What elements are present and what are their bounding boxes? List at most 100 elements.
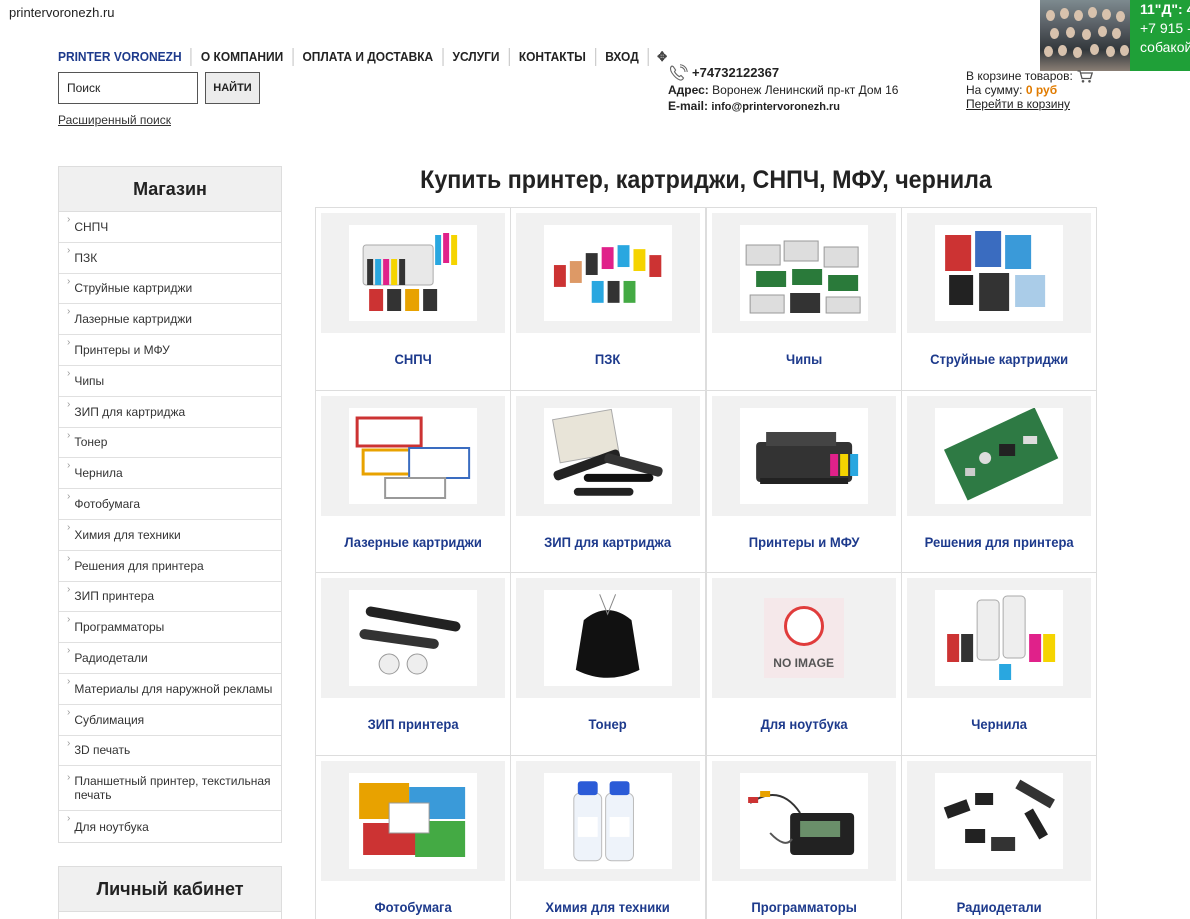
search-input[interactable] xyxy=(58,72,198,104)
product-category-link[interactable]: Струйные картриджи xyxy=(909,351,1090,367)
account-panel: Личный кабинет xyxy=(58,866,282,919)
go-to-cart-link[interactable]: Перейти в корзину xyxy=(966,97,1070,111)
ink-bottles-image[interactable] xyxy=(906,578,1091,698)
sidebar-item[interactable]: › ЗИП для картриджа xyxy=(59,397,281,428)
product-category-card[interactable]: Лазерные картриджи xyxy=(316,390,512,573)
product-category-card[interactable]: Тонер xyxy=(511,573,707,756)
product-category-link[interactable]: Принтеры и МФУ xyxy=(713,534,894,550)
nav-login[interactable]: ВХОД xyxy=(595,48,648,66)
sidebar-item[interactable]: › СНПЧ xyxy=(59,212,281,243)
sidebar-item[interactable]: › 3D печать xyxy=(59,736,281,767)
promo-banner[interactable]: 11"Д": 4 +7 915 - собакой xyxy=(1040,0,1190,71)
product-category-link[interactable]: Тонер xyxy=(518,716,698,732)
radio-components-image[interactable] xyxy=(906,760,1091,881)
product-category-card[interactable]: Принтеры и МФУ xyxy=(706,390,902,573)
photo-paper-image[interactable] xyxy=(321,760,506,881)
printer-image[interactable] xyxy=(711,395,896,516)
sidebar-item[interactable]: › Сублимация xyxy=(59,705,281,736)
product-category-link[interactable]: ПЗК xyxy=(518,351,698,367)
product-category-link[interactable]: Программаторы xyxy=(713,899,894,915)
product-category-link[interactable]: СНПЧ xyxy=(323,351,504,367)
product-category-card[interactable]: Радиодетали xyxy=(902,755,1097,919)
product-category-card[interactable]: Струйные картриджи xyxy=(901,208,1097,391)
printer-parts-image[interactable] xyxy=(321,578,506,698)
sidebar-item-label: ПЗК xyxy=(74,250,98,265)
chevron-right-icon: › xyxy=(67,552,71,564)
product-category-card[interactable]: Чипы xyxy=(706,208,902,391)
promo-line: 11"Д": 4 xyxy=(1140,1,1190,17)
search-button[interactable]: НАЙТИ xyxy=(205,72,260,104)
sidebar-item-label: Струйные картриджи xyxy=(74,281,193,296)
product-category-card[interactable]: ЗИП принтера xyxy=(316,573,512,756)
product-category-link[interactable]: Решения для принтера xyxy=(909,534,1090,550)
ciss-image[interactable] xyxy=(321,213,506,333)
advanced-search-link[interactable]: Расширенный поиск xyxy=(58,113,171,127)
nav-contacts[interactable]: КОНТАКТЫ xyxy=(508,48,595,66)
product-category-link[interactable]: Радиодетали xyxy=(909,899,1090,915)
product-category-link[interactable]: Лазерные картриджи xyxy=(323,534,504,550)
chevron-right-icon: › xyxy=(67,460,71,472)
sidebar-item[interactable]: › Программаторы xyxy=(59,612,281,644)
product-category-card[interactable]: Фотобумага xyxy=(316,755,512,919)
cart-icon[interactable] xyxy=(1077,69,1093,83)
chevron-right-icon: › xyxy=(67,306,71,318)
email-link[interactable]: info@printervoronezh.ru xyxy=(711,101,840,113)
nav-about[interactable]: О КОМПАНИИ xyxy=(190,48,293,66)
chips-image[interactable] xyxy=(711,213,896,333)
nav-services[interactable]: УСЛУГИ xyxy=(442,48,508,66)
no-image-placeholder[interactable]: NO IMAGE xyxy=(711,578,896,698)
product-category-card[interactable]: NO IMAGE Для ноутбука xyxy=(706,573,902,756)
promo-photo xyxy=(1040,0,1130,71)
chevron-right-icon: › xyxy=(67,583,71,595)
sidebar-item-label: Для ноутбука xyxy=(74,819,149,834)
inkjet-cartridges-image[interactable] xyxy=(906,213,1091,333)
toner-bag-image[interactable] xyxy=(516,578,700,698)
product-category-link[interactable]: Чипы xyxy=(713,351,894,367)
cartridge-parts-image[interactable] xyxy=(516,395,700,516)
cleaning-fluid-image[interactable] xyxy=(516,760,700,881)
chevron-right-icon: › xyxy=(67,367,71,379)
sidebar-item-label: СНПЧ xyxy=(74,219,109,234)
product-category-card[interactable]: Решения для принтера xyxy=(901,390,1097,573)
programmer-device-image[interactable] xyxy=(711,760,896,881)
product-category-card[interactable]: Химия для техники xyxy=(511,755,707,919)
phone-number[interactable]: +74732122367 xyxy=(692,65,779,81)
product-category-link[interactable]: Для ноутбука xyxy=(713,716,894,732)
product-category-link[interactable]: Химия для техники xyxy=(518,899,698,915)
product-category-link[interactable]: Чернила xyxy=(909,716,1090,732)
sidebar-item[interactable]: › Материалы для наружной рекламы xyxy=(59,674,281,705)
sidebar-item[interactable]: › Решения для принтера xyxy=(59,551,281,582)
refillable-cartridges-image[interactable] xyxy=(516,213,700,333)
sidebar-item[interactable]: › ЗИП принтера xyxy=(59,582,281,613)
sidebar-item[interactable]: › Планшетный принтер, текстильная печать xyxy=(59,766,281,812)
chevron-right-icon: › xyxy=(67,275,71,287)
product-category-card[interactable]: Программаторы xyxy=(707,755,902,919)
sidebar-item[interactable]: › Для ноутбука xyxy=(59,811,281,842)
sidebar-item[interactable]: › ПЗК xyxy=(59,243,281,274)
cart-sum-value: 0 руб xyxy=(1025,83,1058,97)
product-category-card[interactable]: СНПЧ xyxy=(316,208,512,391)
product-category-card[interactable]: ЗИП для картриджа xyxy=(511,390,707,573)
sidebar-item[interactable]: › Чипы xyxy=(59,366,281,397)
nav-brand-link[interactable]: PRINTER VORONEZH xyxy=(58,48,191,66)
product-category-link[interactable]: ЗИП принтера xyxy=(323,716,504,732)
product-category-card[interactable]: ПЗК xyxy=(511,208,707,391)
nav-payment-delivery[interactable]: ОПЛАТА И ДОСТАВКА xyxy=(292,48,442,66)
sidebar-item[interactable]: › Радиодетали xyxy=(59,643,281,674)
chevron-right-icon: › xyxy=(67,675,71,687)
sidebar-item[interactable]: › Лазерные картриджи xyxy=(59,304,281,336)
product-category-card[interactable]: Чернила xyxy=(901,573,1097,756)
product-category-link[interactable]: Фотобумага xyxy=(323,899,504,915)
chevron-right-icon: › xyxy=(67,614,71,626)
circuit-board-image[interactable] xyxy=(906,395,1091,516)
contact-block: +74732122367 Адрес: Воронеж Ленинский пр… xyxy=(668,64,898,115)
chevron-right-icon: › xyxy=(67,398,71,410)
product-category-link[interactable]: ЗИП для картриджа xyxy=(518,534,698,550)
sidebar-item[interactable]: › Чернила xyxy=(59,458,281,490)
sidebar-item[interactable]: › Тонер xyxy=(59,428,281,459)
sidebar-item[interactable]: › Струйные картриджи xyxy=(59,274,281,305)
sidebar-item[interactable]: › Химия для техники xyxy=(59,520,281,551)
sidebar-item[interactable]: › Фотобумага xyxy=(59,489,281,520)
laser-cartridges-image[interactable] xyxy=(321,395,506,516)
sidebar-item[interactable]: › Принтеры и МФУ xyxy=(59,335,281,366)
